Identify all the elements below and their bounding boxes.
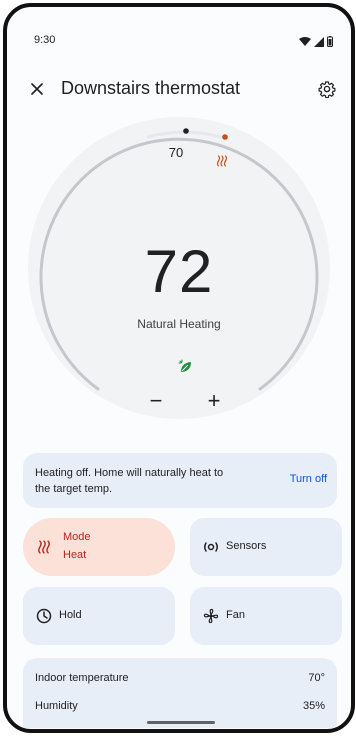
turn-off-button[interactable]: Turn off <box>290 473 327 485</box>
increase-temp-button[interactable]: + <box>200 387 228 415</box>
mode-tile-value: Heat <box>63 549 87 561</box>
status-time: 9:30 <box>34 34 56 46</box>
close-icon <box>31 82 43 100</box>
indoor-temperature-label: Indoor temperature <box>35 672 129 684</box>
mode-status: Natural Heating <box>137 317 221 331</box>
status-bar: 9:30 <box>7 7 351 47</box>
battery-icon <box>327 34 333 52</box>
humidity-row: Humidity 35% <box>35 700 325 716</box>
current-temp-marker <box>222 134 228 140</box>
sensors-icon <box>202 538 220 556</box>
heat-icon <box>216 154 228 172</box>
setpoint-marker <box>183 128 189 134</box>
signal-icon <box>314 34 324 52</box>
page-title: Downstairs thermostat <box>61 78 241 98</box>
sensors-tile[interactable]: Sensors <box>190 518 342 576</box>
home-indicator[interactable] <box>147 721 215 724</box>
fan-icon <box>202 607 220 625</box>
gear-icon <box>318 80 336 103</box>
fan-tile-label: Fan <box>226 609 245 621</box>
humidity-label: Humidity <box>35 700 78 712</box>
current-temperature: 72 <box>144 238 214 305</box>
hold-tile[interactable]: Hold <box>23 587 175 645</box>
fan-tile[interactable]: Fan <box>190 587 342 645</box>
info-card: Heating off. Home will naturally heat to… <box>23 453 337 508</box>
indoor-temperature-value: 70° <box>308 672 325 684</box>
settings-button[interactable] <box>315 79 339 103</box>
indoor-temperature-row: Indoor temperature 70° <box>35 672 325 688</box>
phone-frame: 9:30 Downstairs thermostat 70 72 Natural… <box>3 3 355 733</box>
mode-tile-label: Mode <box>63 531 91 543</box>
thermostat-dial[interactable]: 70 72 Natural Heating − + <box>28 117 330 429</box>
setpoint-label: 70 <box>168 145 184 160</box>
wifi-icon <box>299 34 311 52</box>
humidity-value: 35% <box>302 700 325 712</box>
close-button[interactable] <box>25 79 49 103</box>
hold-tile-label: Hold <box>59 609 82 621</box>
sensors-tile-label: Sensors <box>226 540 267 552</box>
heat-mode-icon <box>35 538 53 556</box>
decrease-temp-button[interactable]: − <box>142 387 170 415</box>
app-bar: Downstairs thermostat <box>7 77 351 107</box>
info-message: Heating off. Home will naturally heat to… <box>35 467 224 495</box>
eco-leaf-icon <box>178 359 194 380</box>
mode-tile[interactable]: Mode Heat <box>23 518 175 576</box>
status-icons <box>299 34 333 52</box>
clock-icon <box>35 607 53 625</box>
stats-card: Indoor temperature 70° Humidity 35% <box>23 658 337 728</box>
